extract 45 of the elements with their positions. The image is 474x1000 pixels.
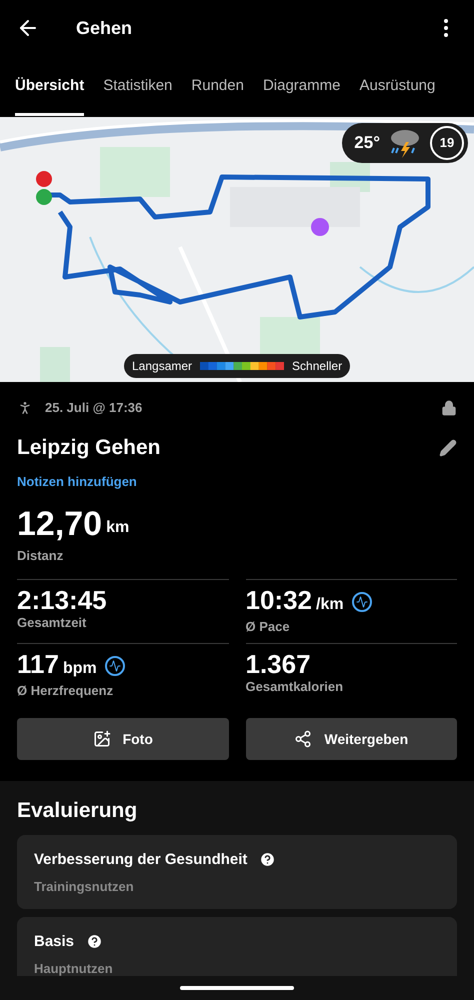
- tab[interactable]: Statistiken: [103, 56, 172, 116]
- distance-value: 12,70: [17, 504, 102, 545]
- evaluation-card[interactable]: Basis Hauptnutzen: [17, 916, 457, 976]
- activity-name: Leipzig Gehen: [17, 435, 161, 461]
- chart-icon[interactable]: [352, 592, 372, 612]
- metric-value: 1.367: [246, 650, 311, 676]
- metric-value: 2:13:45: [17, 587, 107, 613]
- metric-label: Gesamtkalorien: [246, 678, 344, 696]
- color-scale-icon: [200, 362, 284, 370]
- photo-button[interactable]: Foto: [17, 718, 228, 760]
- section-title: Evaluierung: [17, 798, 138, 824]
- card-title: Basis: [34, 932, 74, 952]
- edit-icon[interactable]: [439, 438, 457, 457]
- thunderstorm-icon: [388, 128, 422, 158]
- metric-value: 117: [17, 650, 59, 676]
- legend-label: Schneller: [292, 358, 342, 375]
- help-icon[interactable]: [259, 851, 276, 868]
- card-subtitle: Trainingsnutzen: [34, 878, 135, 896]
- tab[interactable]: Diagramme: [262, 56, 340, 116]
- legend-label: Langsamer: [132, 358, 192, 375]
- add-notes-link[interactable]: Notizen hinzufügen: [17, 472, 457, 491]
- lock-icon[interactable]: [441, 400, 457, 416]
- share-icon: [294, 730, 312, 748]
- card-subtitle: Hauptnutzen: [34, 960, 114, 976]
- metric-unit: /km: [316, 595, 344, 615]
- metric-value: 10:32: [246, 587, 312, 613]
- share-button[interactable]: Weitergeben: [246, 718, 457, 760]
- activity-date: 25. Juli @ 17:36: [45, 399, 142, 418]
- evaluation-card[interactable]: Verbesserung der Gesundheit Trainingsnutzen: [17, 834, 457, 908]
- card-title: Verbesserung der Gesundheit: [34, 850, 248, 870]
- help-icon[interactable]: [86, 933, 104, 950]
- metric-label: Gesamtzeit: [17, 614, 88, 632]
- distance-label: Distanz: [17, 546, 64, 564]
- metric-label: Ø Pace: [246, 618, 291, 636]
- weather-badge[interactable]: 25° 19: [342, 123, 468, 163]
- metric-unit: bpm: [62, 658, 97, 678]
- tab[interactable]: Runden: [191, 56, 244, 116]
- metric-label: Ø Herzfrequenz: [17, 682, 114, 700]
- distance-unit: km: [106, 518, 130, 538]
- screen-title: Gehen: [76, 16, 132, 40]
- tab[interactable]: Ausrüstung: [359, 56, 436, 116]
- add-image-icon: [92, 730, 111, 748]
- chart-icon[interactable]: [104, 656, 125, 676]
- temperature: 25°: [354, 132, 380, 154]
- count-badge: 19: [430, 126, 464, 160]
